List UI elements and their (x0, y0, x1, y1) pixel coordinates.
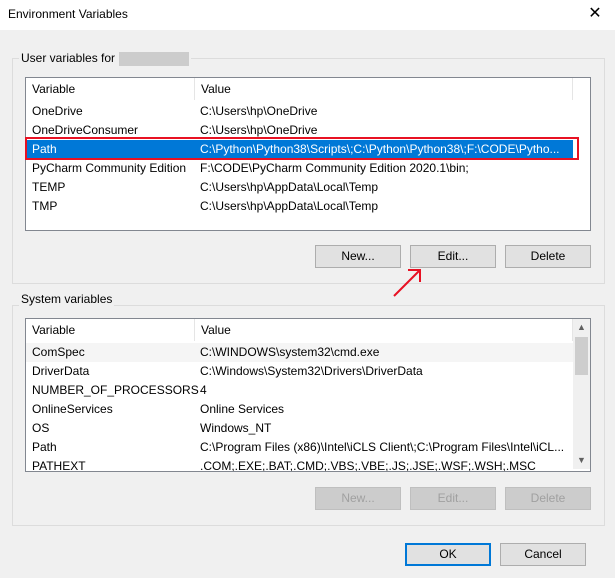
table-row-selected[interactable]: Path C:\Python\Python38\Scripts\;C:\Pyth… (26, 140, 573, 159)
table-row[interactable]: DriverData C:\Windows\System32\Drivers\D… (26, 362, 573, 381)
system-variables-list[interactable]: Variable Value ComSpec C:\WINDOWS\system… (25, 318, 591, 472)
table-row[interactable]: TEMP C:\Users\hp\AppData\Local\Temp (26, 178, 573, 197)
scrollbar-thumb[interactable] (575, 337, 588, 375)
list-header: Variable Value (26, 78, 590, 100)
user-delete-button[interactable]: Delete (505, 245, 591, 268)
scroll-down-icon[interactable]: ▼ (573, 452, 590, 469)
table-row[interactable]: OS Windows_NT (26, 419, 573, 438)
table-row[interactable]: NUMBER_OF_PROCESSORS 4 (26, 381, 573, 400)
scroll-up-icon[interactable]: ▲ (573, 319, 590, 336)
annotation-arrow-icon (393, 269, 421, 297)
table-row[interactable]: Path C:\Program Files (x86)\Intel\iCLS C… (26, 438, 573, 457)
system-edit-button[interactable]: Edit... (410, 487, 496, 510)
table-row[interactable]: ComSpec C:\WINDOWS\system32\cmd.exe (26, 343, 573, 362)
table-row[interactable]: TMP C:\Users\hp\AppData\Local\Temp (26, 197, 573, 216)
user-variables-label: User variables for (19, 51, 192, 66)
column-header-variable[interactable]: Variable (26, 319, 195, 341)
list-header: Variable Value (26, 319, 590, 341)
system-variables-label: System variables (19, 292, 115, 306)
title-bar: Environment Variables ✕ (0, 0, 615, 30)
vertical-scrollbar[interactable]: ▲ ▼ (573, 319, 590, 469)
close-icon[interactable]: ✕ (583, 2, 607, 26)
redacted-username (119, 51, 190, 66)
user-variables-list[interactable]: Variable Value OneDrive C:\Users\hp\OneD… (25, 77, 591, 231)
table-row[interactable]: OneDriveConsumer C:\Users\hp\OneDrive (26, 121, 573, 140)
system-delete-button[interactable]: Delete (505, 487, 591, 510)
column-header-value[interactable]: Value (195, 78, 573, 100)
table-row[interactable]: OneDrive C:\Users\hp\OneDrive (26, 102, 573, 121)
column-header-value[interactable]: Value (195, 319, 573, 341)
cancel-button[interactable]: Cancel (500, 543, 586, 566)
table-row[interactable]: PyCharm Community Edition F:\CODE\PyChar… (26, 159, 573, 178)
table-row[interactable]: OnlineServices Online Services (26, 400, 573, 419)
window-title: Environment Variables (8, 7, 128, 21)
system-new-button[interactable]: New... (315, 487, 401, 510)
ok-button[interactable]: OK (405, 543, 491, 566)
table-row[interactable]: PATHEXT .COM;.EXE;.BAT;.CMD;.VBS;.VBE;.J… (26, 457, 573, 471)
column-header-variable[interactable]: Variable (26, 78, 195, 100)
